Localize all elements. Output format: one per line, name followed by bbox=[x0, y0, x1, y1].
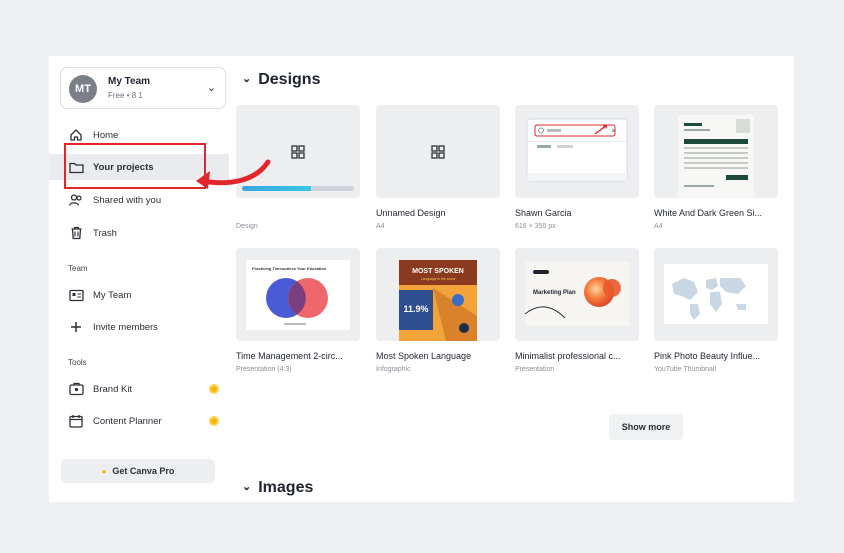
design-placeholder-icon bbox=[431, 145, 445, 159]
calendar-icon bbox=[68, 413, 84, 429]
design-thumbnail[interactable]: Marketing Plan bbox=[515, 248, 639, 341]
sidebar-item-invite[interactable]: Invite members bbox=[49, 314, 229, 340]
design-placeholder-icon bbox=[291, 145, 305, 159]
design-card[interactable]: Practicing Timeoutines Your Education Ti… bbox=[236, 248, 360, 373]
section-label-team: Team bbox=[68, 264, 88, 273]
poster-title: MOST SPOKEN bbox=[412, 268, 464, 275]
design-type: YouTube Thumbnail bbox=[654, 366, 717, 373]
images-title: Images bbox=[258, 479, 314, 496]
design-type: A4 bbox=[376, 223, 385, 230]
world-map-thumbnail bbox=[664, 264, 768, 324]
sidebar-item-label: Invite members bbox=[93, 321, 158, 333]
sidebar-item-trash[interactable]: Trash bbox=[49, 220, 229, 246]
designs-title: Designs bbox=[258, 71, 321, 88]
section-label-tools: Tools bbox=[68, 358, 87, 367]
design-title bbox=[236, 208, 360, 220]
sidebar-item-label: Trash bbox=[93, 227, 117, 239]
highlight-box bbox=[64, 143, 206, 189]
trash-icon bbox=[68, 225, 84, 241]
design-title: Unnamed Design bbox=[376, 208, 446, 218]
design-type: Design bbox=[236, 223, 258, 230]
red-arrow-annotation bbox=[196, 159, 271, 189]
marketing-plan-label: Marketing Plan bbox=[533, 290, 576, 296]
plus-icon bbox=[68, 319, 84, 335]
design-thumbnail[interactable] bbox=[654, 248, 778, 341]
design-card[interactable]: MOST SPOKEN Language in the world 11.9% … bbox=[376, 248, 500, 373]
design-card[interactable]: Shawn Garcia 616 × 350 px bbox=[515, 105, 639, 230]
show-more-button[interactable]: Show more bbox=[609, 414, 683, 440]
chevron-down-icon: ⌄ bbox=[242, 481, 252, 493]
design-thumbnail[interactable] bbox=[515, 105, 639, 198]
design-card[interactable]: Marketing Plan Minimalist professional c… bbox=[515, 248, 639, 373]
images-heading[interactable]: ⌄ Images bbox=[242, 479, 313, 497]
design-type: Infographic bbox=[376, 366, 411, 373]
venn-heading: Practicing Timeoutines Your Education bbox=[252, 266, 327, 271]
poster-stat: 11.9% bbox=[403, 304, 428, 314]
canva-projects-frame: MT My Team Free • 8 1 ⌄ Home Your projec… bbox=[49, 56, 794, 502]
sidebar-item-label: Home bbox=[93, 129, 119, 141]
team-plan: Free • 8 1 bbox=[108, 91, 143, 100]
team-switcher[interactable]: MT My Team Free • 8 1 ⌄ bbox=[60, 67, 226, 109]
designs-heading[interactable]: ⌄ Designs bbox=[242, 71, 320, 89]
design-thumbnail[interactable] bbox=[654, 105, 778, 198]
sidebar-item-content-planner[interactable]: Content Planner bbox=[49, 408, 229, 434]
design-type: 616 × 350 px bbox=[515, 223, 556, 230]
people-icon bbox=[68, 192, 84, 208]
team-building-icon bbox=[68, 287, 84, 303]
sidebar-item-label: Brand Kit bbox=[93, 383, 133, 395]
chevron-down-icon: ⌄ bbox=[242, 73, 252, 85]
sidebar-item-label: Content Planner bbox=[93, 415, 162, 427]
design-thumbnail[interactable]: Practicing Timeoutines Your Education bbox=[236, 248, 360, 341]
sidebar-item-label: My Team bbox=[93, 289, 132, 301]
marketing-plan-thumbnail: Marketing Plan bbox=[524, 262, 629, 326]
design-type: A4 bbox=[654, 223, 663, 230]
invoice-thumbnail bbox=[678, 115, 754, 198]
sidebar: MT My Team Free • 8 1 ⌄ Home Your projec… bbox=[49, 56, 229, 502]
design-card[interactable]: White And Dark Green Si... A4 bbox=[654, 105, 778, 230]
chevron-down-icon: ⌄ bbox=[206, 82, 216, 94]
sidebar-item-brand-kit[interactable]: Brand Kit bbox=[49, 376, 229, 402]
design-title: Most Spoken Language bbox=[376, 351, 472, 361]
design-title: White And Dark Green Si... bbox=[654, 208, 763, 218]
get-canva-pro-label: Get Canva Pro bbox=[112, 466, 175, 476]
design-title: Time Management 2-circ... bbox=[236, 351, 343, 361]
design-thumbnail[interactable] bbox=[376, 105, 500, 198]
design-title: Minimalist professional c... bbox=[515, 351, 621, 361]
avatar: MT bbox=[69, 75, 97, 103]
design-title: Shawn Garcia bbox=[515, 208, 572, 218]
crown-icon: ● bbox=[101, 466, 107, 476]
team-name: My Team bbox=[108, 76, 151, 87]
design-thumbnail[interactable]: MOST SPOKEN Language in the world 11.9% bbox=[376, 248, 500, 341]
pro-crown-icon bbox=[209, 384, 219, 394]
brand-kit-icon bbox=[68, 381, 84, 397]
venn-diagram-thumbnail: Practicing Timeoutines Your Education bbox=[246, 260, 350, 330]
design-title: Pink Photo Beauty Influe... bbox=[654, 351, 761, 361]
infographic-thumbnail: MOST SPOKEN Language in the world 11.9% bbox=[399, 260, 477, 341]
sidebar-item-my-team[interactable]: My Team bbox=[49, 282, 229, 308]
pro-crown-icon bbox=[209, 416, 219, 426]
sidebar-item-label: Shared with you bbox=[93, 194, 162, 206]
get-canva-pro-button[interactable]: ● Get Canva Pro bbox=[61, 459, 215, 483]
poster-subtitle: Language in the world bbox=[421, 277, 455, 281]
search-screenshot-thumbnail bbox=[526, 118, 628, 182]
design-type: Presentation (4:3) bbox=[236, 366, 292, 373]
home-icon bbox=[68, 127, 84, 143]
design-type: Presentation bbox=[515, 366, 555, 373]
design-card[interactable]: Pink Photo Beauty Influe... YouTube Thum… bbox=[654, 248, 778, 373]
design-card[interactable]: Unnamed Design A4 bbox=[376, 105, 500, 230]
